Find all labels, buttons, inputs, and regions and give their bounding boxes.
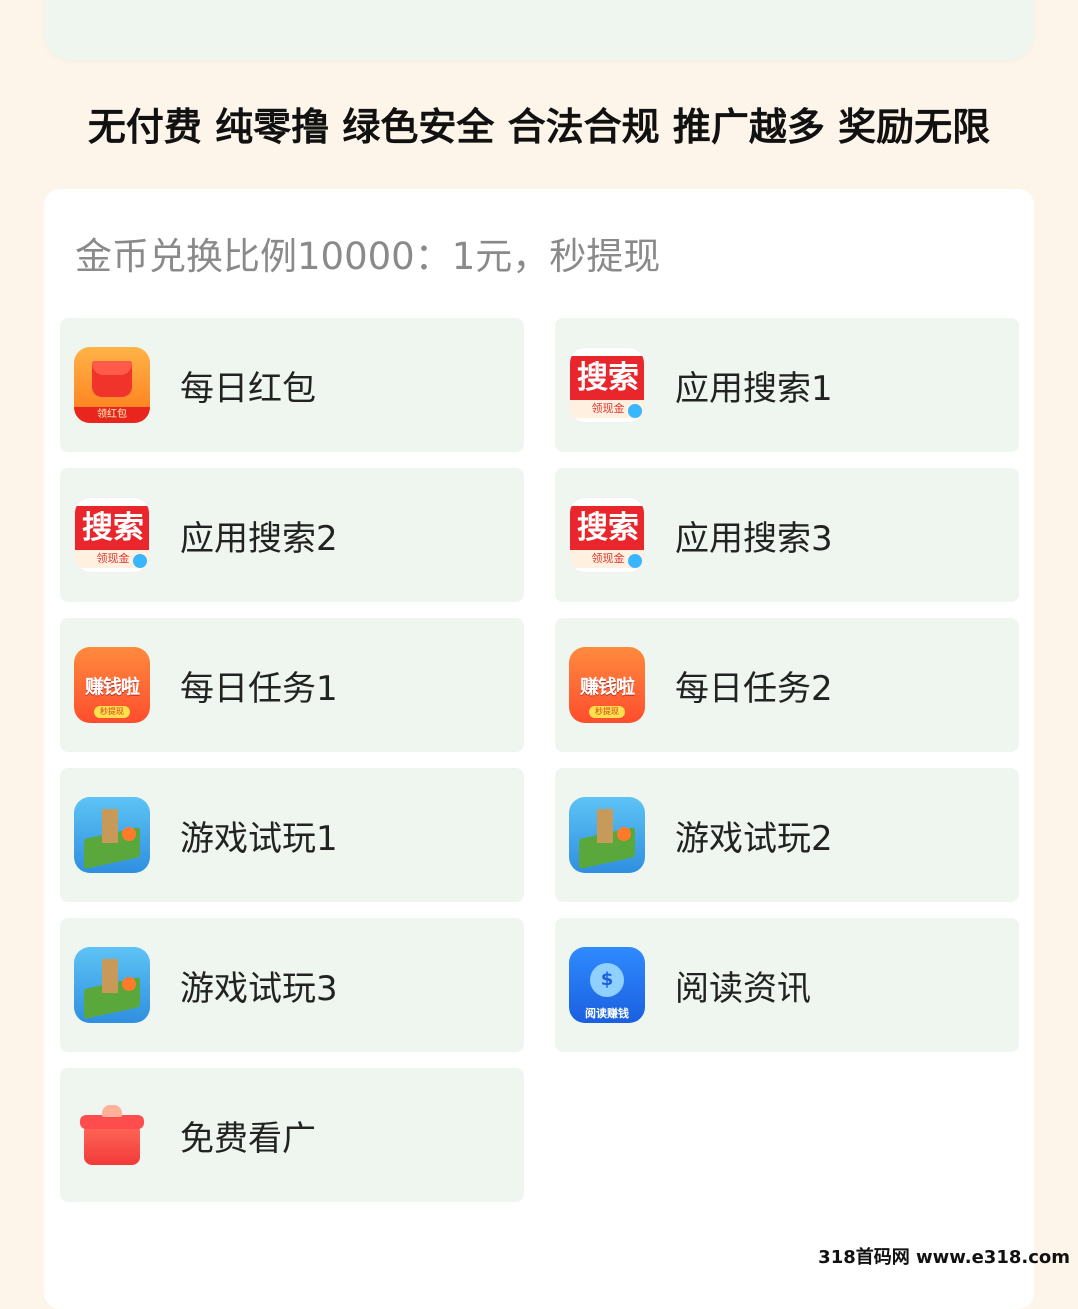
tile-label: 游戏试玩1	[180, 818, 338, 859]
tile-label: 游戏试玩3	[180, 968, 338, 1009]
game-icon	[74, 797, 150, 873]
earn-money-icon: 赚钱啦 秒提现	[569, 647, 645, 723]
tile-app-search-2[interactable]: 搜索 领现金 应用搜索2	[60, 468, 524, 602]
tile-label: 每日任务1	[180, 668, 338, 709]
game-icon	[74, 947, 150, 1023]
tile-label: 免费看广	[180, 1118, 316, 1159]
earn-money-icon: 赚钱啦 秒提现	[74, 647, 150, 723]
tile-label: 应用搜索2	[180, 518, 338, 559]
tile-daily-task-2[interactable]: 赚钱啦 秒提现 每日任务2	[555, 618, 1019, 752]
gift-box-icon	[74, 1097, 150, 1173]
tile-game-trial-3[interactable]: 游戏试玩3	[60, 918, 524, 1052]
exchange-rate-text: 金币兑换比例10000：1元，秒提现	[75, 235, 661, 278]
tagline: 无付费 纯零撸 绿色安全 合法合规 推广越多 奖励无限	[87, 105, 991, 149]
tile-label: 应用搜索3	[675, 518, 833, 559]
tile-label: 阅读资讯	[675, 968, 811, 1009]
tile-label: 游戏试玩2	[675, 818, 833, 859]
search-app-icon: 搜索 领现金	[569, 497, 645, 573]
tile-label: 每日任务2	[675, 668, 833, 709]
tile-app-search-3[interactable]: 搜索 领现金 应用搜索3	[555, 468, 1019, 602]
search-app-icon: 搜索 领现金	[74, 497, 150, 573]
tile-daily-task-1[interactable]: 赚钱啦 秒提现 每日任务1	[60, 618, 524, 752]
top-banner-card	[44, 0, 1034, 60]
tile-label: 每日红包	[180, 368, 316, 409]
tile-game-trial-2[interactable]: 游戏试玩2	[555, 768, 1019, 902]
watermark: 318首码网 www.e318.com	[818, 1247, 1070, 1268]
tile-app-search-1[interactable]: 搜索 领现金 应用搜索1	[555, 318, 1019, 452]
tile-label: 应用搜索1	[675, 368, 833, 409]
tile-game-trial-1[interactable]: 游戏试玩1	[60, 768, 524, 902]
red-packet-icon: 领红包	[74, 347, 150, 423]
tile-reading-news[interactable]: $ 阅读赚钱 阅读资讯	[555, 918, 1019, 1052]
task-grid: 领红包 每日红包 搜索 领现金 应用搜索1 搜索 领现金 应用搜索2 搜索 领现…	[60, 318, 1020, 1202]
tile-free-ads[interactable]: 免费看广	[60, 1068, 524, 1202]
tile-daily-red-packet[interactable]: 领红包 每日红包	[60, 318, 524, 452]
search-app-icon: 搜索 领现金	[569, 347, 645, 423]
game-icon	[569, 797, 645, 873]
reading-icon: $ 阅读赚钱	[569, 947, 645, 1023]
